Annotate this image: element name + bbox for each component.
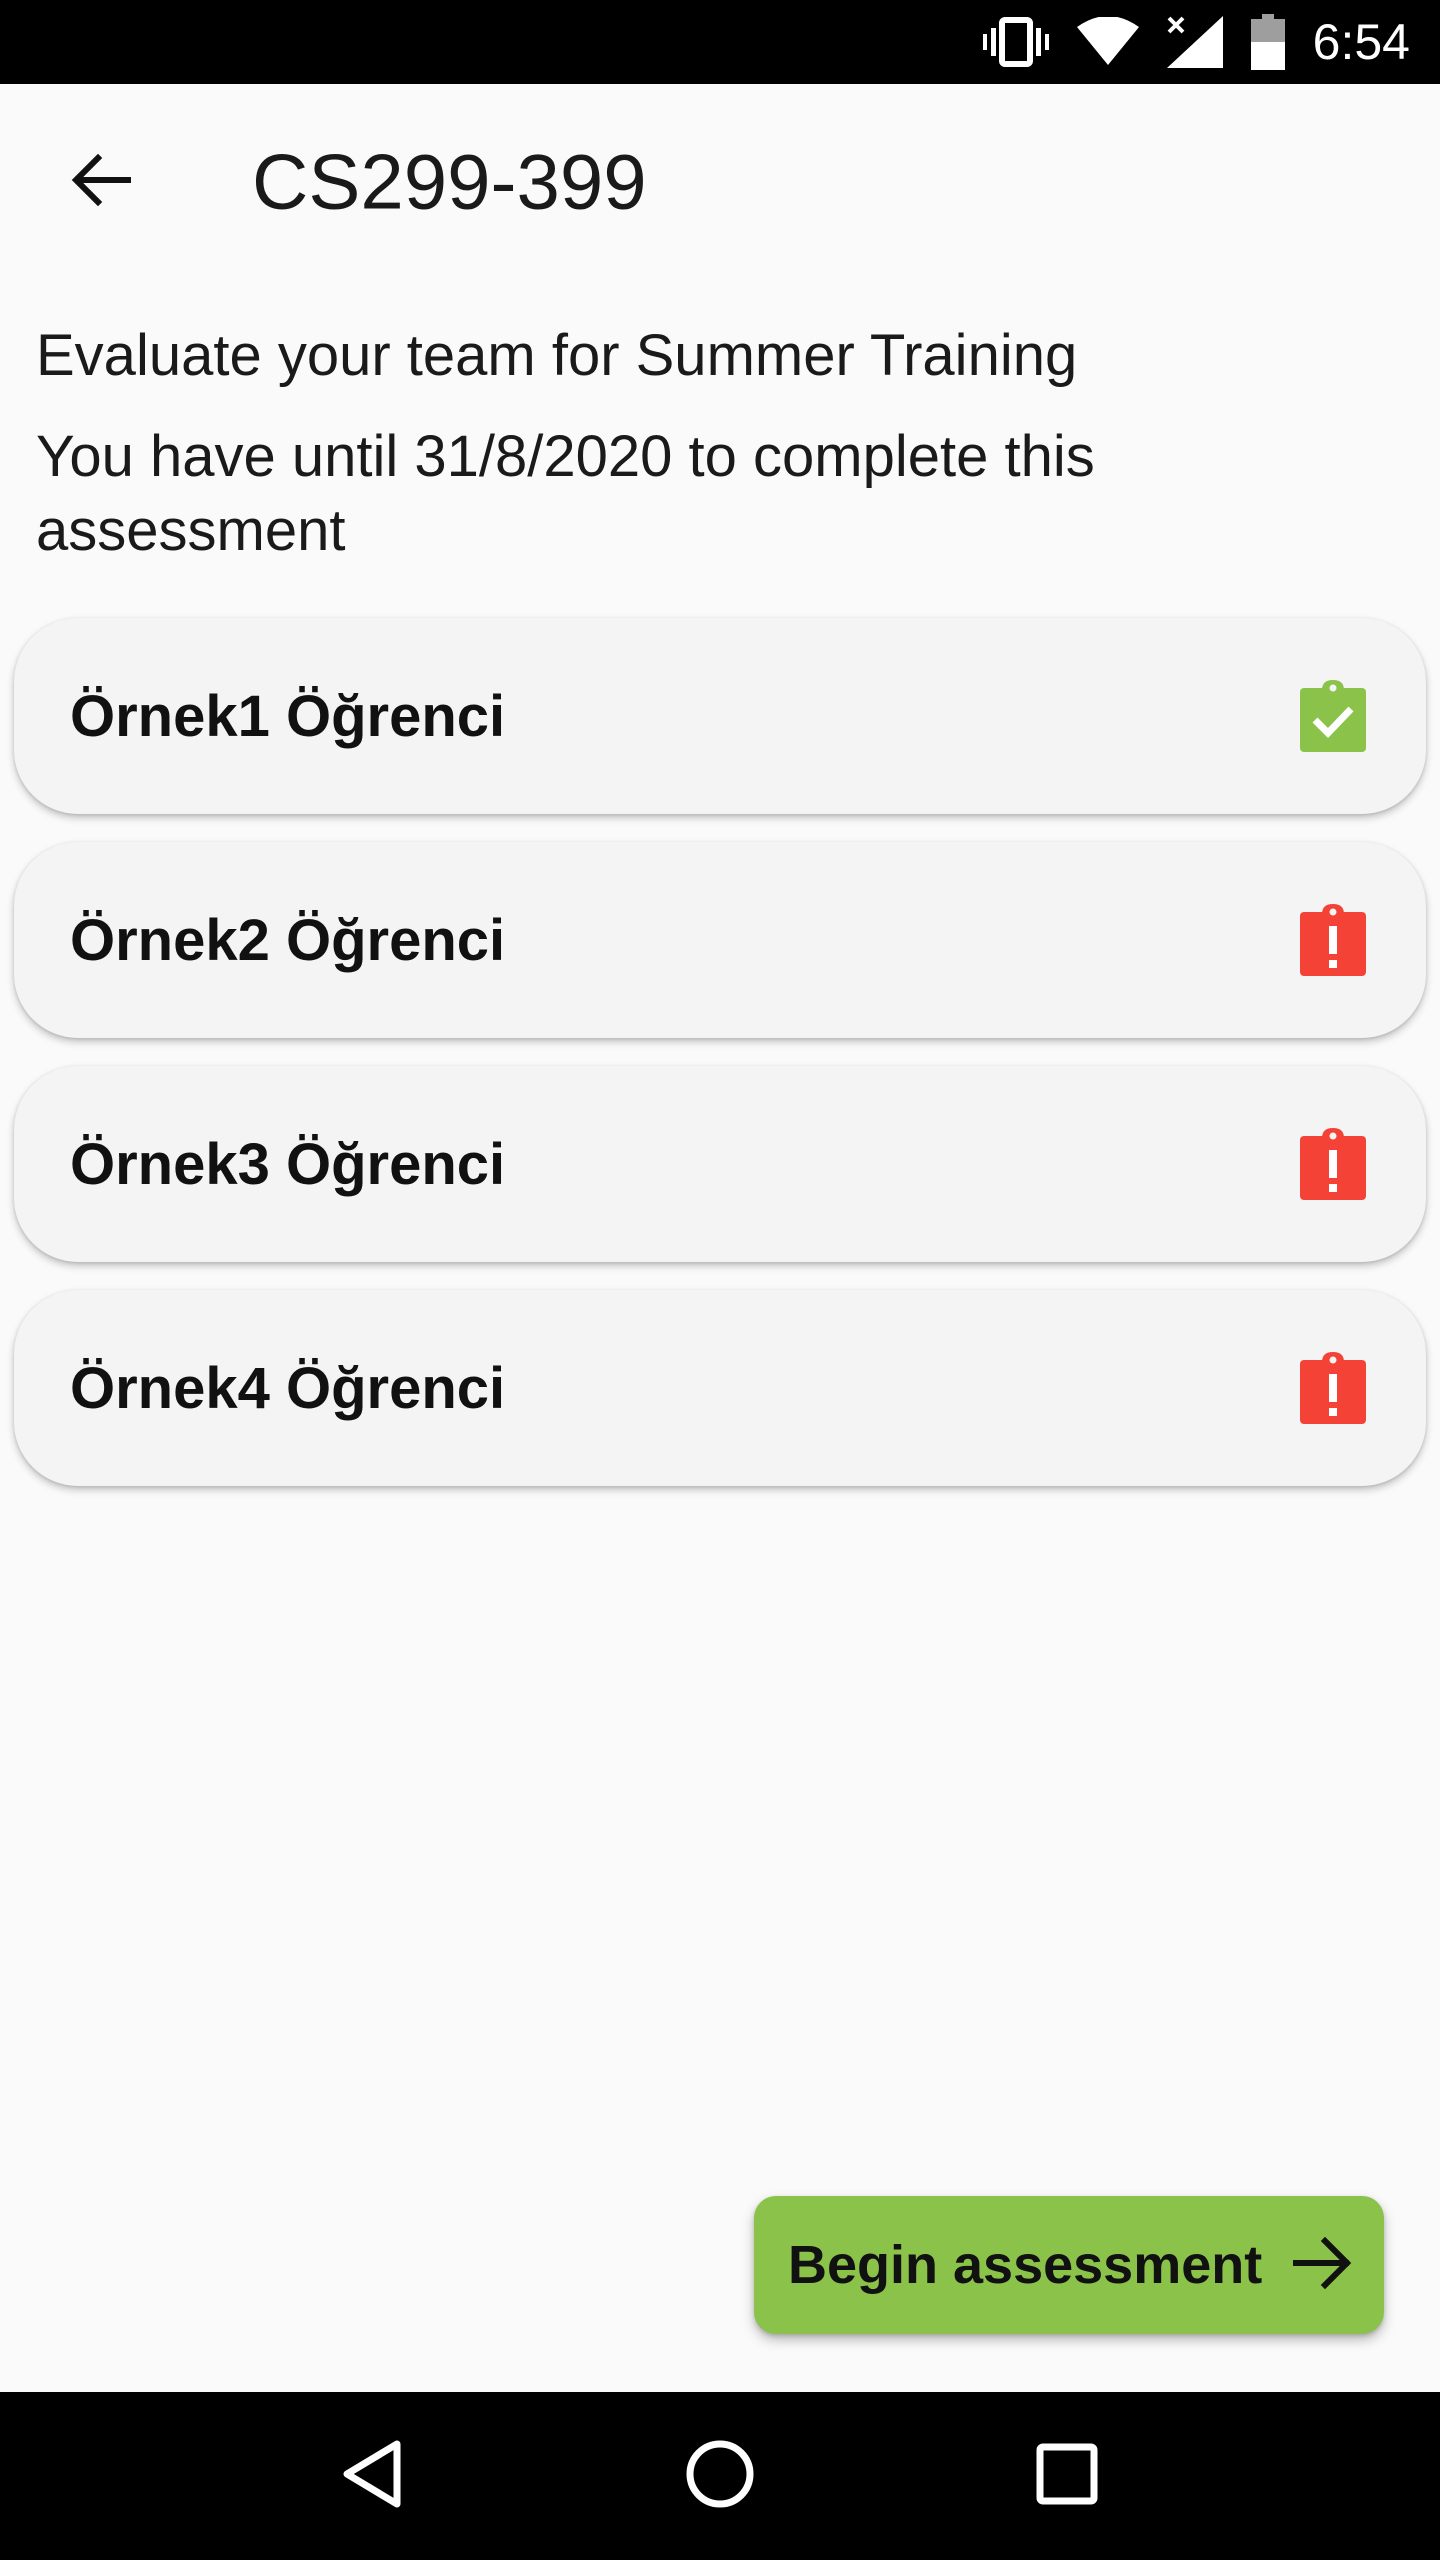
begin-assessment-button[interactable]: Begin assessment	[754, 2196, 1384, 2334]
vibrate-icon	[982, 16, 1049, 68]
team-member-card[interactable]: Örnek1 Öğrenci	[14, 618, 1426, 814]
system-nav-bar	[0, 2392, 1440, 2560]
status-time: 6:54	[1312, 14, 1410, 70]
recents-square-icon	[1036, 2443, 1098, 2510]
assessment-subtitle: Evaluate your team for Summer Training	[36, 323, 1078, 388]
team-member-card[interactable]: Örnek4 Öğrenci	[14, 1290, 1426, 1486]
team-member-card[interactable]: Örnek2 Öğrenci	[14, 842, 1426, 1038]
page-title: CS299-399	[252, 137, 647, 226]
app-bar: CS299-399	[0, 84, 1440, 280]
signal-no-data-icon	[1166, 16, 1223, 68]
arrow-back-icon	[68, 148, 132, 217]
team-member-name: Örnek3 Öğrenci	[70, 1131, 506, 1197]
clipboard-alert-icon	[1300, 1352, 1366, 1424]
nav-home-button[interactable]	[660, 2416, 780, 2536]
team-member-list: Örnek1 Öğrenci Örnek2 Öğrenci Örnek3 Öğr…	[14, 618, 1426, 1514]
clipboard-alert-icon	[1300, 904, 1366, 976]
begin-assessment-label: Begin assessment	[788, 2235, 1263, 2295]
back-triangle-icon	[341, 2440, 405, 2513]
home-circle-icon	[685, 2439, 755, 2514]
battery-icon	[1250, 14, 1285, 70]
clipboard-alert-icon	[1300, 1128, 1366, 1200]
arrow-forward-icon	[1292, 2232, 1354, 2299]
team-member-name: Örnek2 Öğrenci	[70, 907, 506, 973]
nav-back-button[interactable]	[313, 2416, 433, 2536]
status-bar: 6:54	[0, 0, 1440, 84]
clipboard-check-icon	[1300, 680, 1366, 752]
wifi-icon	[1076, 17, 1139, 67]
back-button[interactable]	[52, 134, 148, 230]
team-member-name: Örnek4 Öğrenci	[70, 1355, 506, 1421]
team-member-card[interactable]: Örnek3 Öğrenci	[14, 1066, 1426, 1262]
nav-recents-button[interactable]	[1007, 2416, 1127, 2536]
team-member-name: Örnek1 Öğrenci	[70, 683, 506, 749]
assessment-deadline: You have until 31/8/2020 to complete thi…	[36, 424, 1095, 563]
